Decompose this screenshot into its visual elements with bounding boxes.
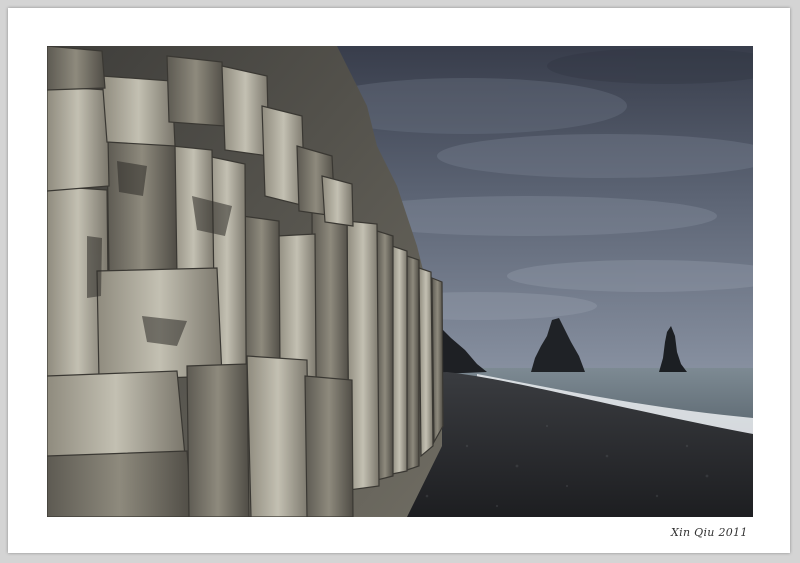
photo-canvas: [47, 46, 753, 517]
photographer-signature: Xin Qiu 2011: [671, 526, 748, 539]
landscape-photo: [47, 46, 753, 517]
